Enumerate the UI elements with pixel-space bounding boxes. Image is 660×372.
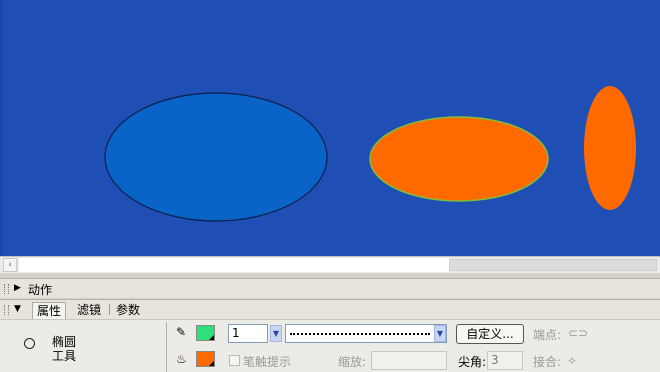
tool-name: 椭圆 工具 [52,335,77,363]
stroke-style-dropdown-icon[interactable]: ▼ [434,325,446,342]
actions-panel-header[interactable]: ▶ 动作 [0,278,660,298]
custom-stroke-button[interactable]: 自定义... [456,324,524,344]
join-type-icon[interactable]: ⟡ [568,353,576,368]
horizontal-scrollbar[interactable]: ‹ [0,256,660,273]
expand-icon[interactable]: ▶ [14,283,21,293]
scroll-track[interactable] [19,258,449,272]
paint-bucket-icon: ♨ [176,352,187,366]
stroke-width-dropdown-icon[interactable]: ▼ [270,325,282,342]
tab-properties[interactable]: 属性 [32,302,67,319]
fill-color-swatch[interactable] [196,351,215,367]
hinting-label: 笔触提示 [243,355,292,369]
orange-ellipse-wide[interactable] [369,116,549,202]
grip-icon[interactable] [4,284,9,294]
scroll-left-icon[interactable]: ‹ [3,258,17,272]
tab-filters[interactable]: 滤镜 [73,302,105,318]
miter-label: 尖角: [458,355,487,369]
actions-panel-title[interactable]: 动作 [28,281,52,298]
orange-ellipse-tall[interactable] [584,86,636,210]
stroke-color-swatch[interactable] [196,325,215,341]
pencil-icon: ✎ [176,325,187,339]
stage-canvas[interactable] [0,0,660,256]
blue-ellipse[interactable] [104,92,328,222]
stage-drawing [104,86,636,222]
scale-select[interactable] [371,351,447,370]
divider [166,322,167,372]
grip-icon[interactable] [4,305,9,315]
join-label: 接合: [533,355,562,369]
endpoint-cap-icon[interactable]: ⊂⊃ [568,326,588,340]
stroke-width-input[interactable]: 1 [228,324,268,343]
tab-separator [109,304,110,315]
miter-input[interactable]: 3 [487,351,523,370]
scroll-thumb[interactable] [449,259,657,271]
endpoint-label: 端点: [533,328,562,342]
property-panel-header: ▼ 属性 滤镜 参数 [0,299,660,319]
oval-tool-icon [24,338,35,349]
stroke-style-select[interactable]: ▼ [285,324,447,343]
dotted-line-preview [290,333,430,335]
tab-parameters[interactable]: 参数 [112,302,144,318]
scale-label: 缩放: [338,355,367,369]
collapse-icon[interactable]: ▼ [14,304,21,314]
hinting-checkbox[interactable] [229,355,240,366]
